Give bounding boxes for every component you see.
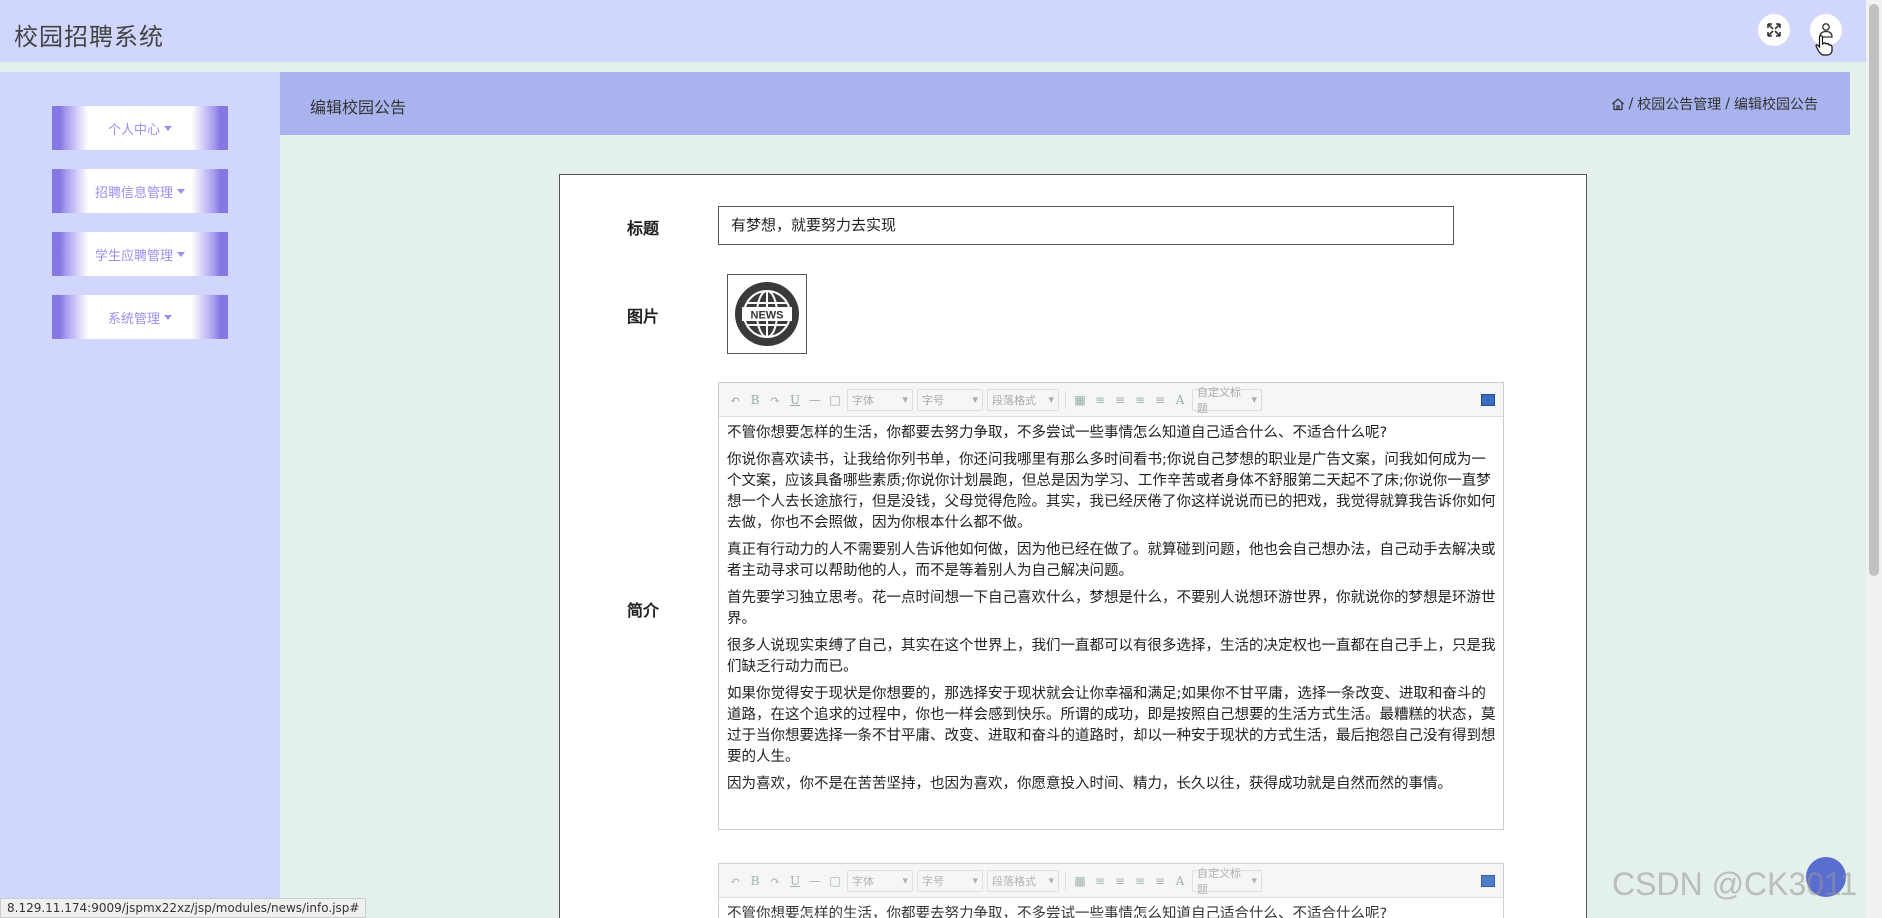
editor-content[interactable]: 不管你想要怎样的生活，你都要去努力争取，不多尝试一些事情怎么知道自己适合什么、不… bbox=[719, 417, 1503, 795]
sidebar-item-recruitment-info[interactable]: 招聘信息管理 bbox=[52, 169, 228, 213]
breadcrumb-separator: / bbox=[1628, 96, 1634, 112]
news-image[interactable]: NEWS bbox=[727, 274, 807, 354]
caret-down-icon bbox=[177, 188, 185, 194]
redo-icon[interactable]: ↷ bbox=[767, 874, 783, 888]
align-left-icon[interactable]: ≡ bbox=[1092, 393, 1108, 407]
caret-down-icon bbox=[164, 125, 172, 131]
page-title: 编辑校园公告 bbox=[310, 98, 407, 117]
font-color-button[interactable]: A bbox=[1172, 874, 1188, 888]
breadcrumb-link-news-management[interactable]: 校园公告管理 bbox=[1637, 94, 1721, 114]
align-justify-icon[interactable]: ≡ bbox=[1152, 874, 1168, 888]
font-size-select[interactable]: 字号 ▾ bbox=[917, 388, 983, 411]
undo-icon[interactable]: ↶ bbox=[727, 874, 743, 888]
custom-title-select[interactable]: 自定义标题 ▾ bbox=[1192, 386, 1262, 415]
intro-paragraph: 首先要学习独立思考。花一点时间想一下自己喜欢什么，梦想是什么，不要别人说想环游世… bbox=[727, 590, 1496, 627]
underline-button[interactable]: U bbox=[787, 874, 803, 888]
bold-button[interactable]: B bbox=[747, 393, 763, 407]
align-left-icon[interactable]: ≡ bbox=[1092, 874, 1108, 888]
top-header: 校园招聘系统 bbox=[0, 0, 1866, 62]
content-paragraph: 不管你想要怎样的生活，你都要去努力争取，不多尝试一些事情怎么知道自己适合什么、不… bbox=[727, 906, 1388, 918]
intro-paragraph: 因为喜欢，你不是在苦苦坚持，也因为喜欢，你愿意投入时间、精力，长久以往，获得成功… bbox=[727, 776, 1452, 792]
underline-button[interactable]: U bbox=[787, 393, 803, 407]
editor-toolbar: ↶ B ↷ U — □ 字体 ▾ 字号 ▾ 段落格式 ▾ ▦ ≡ ≡ ≡ ≡ A 自定… bbox=[719, 864, 1503, 898]
expand-icon bbox=[1767, 23, 1781, 37]
scrollbar-thumb[interactable] bbox=[1869, 4, 1879, 576]
sidebar-item-student-applications[interactable]: 学生应聘管理 bbox=[52, 232, 228, 276]
sidebar-item-label: 招聘信息管理 bbox=[94, 185, 173, 201]
caret-down-icon bbox=[164, 314, 172, 320]
page-icon[interactable]: □ bbox=[827, 393, 843, 407]
edit-form-card: 标题 有梦想，就要努力去实现 图片 NEWS 简介 ↶ B ↷ U — □ 字体… bbox=[559, 174, 1587, 918]
align-justify-icon[interactable]: ≡ bbox=[1152, 393, 1168, 407]
home-icon[interactable] bbox=[1611, 97, 1625, 111]
breadcrumb: / 校园公告管理 / 编辑校园公告 bbox=[1611, 94, 1818, 114]
paragraph-format-select[interactable]: 段落格式 ▾ bbox=[987, 869, 1059, 892]
title-label: 标题 bbox=[627, 219, 660, 238]
sidebar: 个人中心 招聘信息管理 学生应聘管理 系统管理 bbox=[0, 72, 280, 918]
intro-paragraph: 不管你想要怎样的生活，你都要去努力争取，不多尝试一些事情怎么知道自己适合什么、不… bbox=[727, 425, 1388, 441]
bold-button[interactable]: B bbox=[747, 874, 763, 888]
horizontal-rule-icon[interactable]: — bbox=[807, 874, 823, 888]
font-size-select[interactable]: 字号 ▾ bbox=[917, 869, 983, 892]
redo-icon[interactable]: ↷ bbox=[767, 393, 783, 407]
intro-label: 简介 bbox=[627, 601, 660, 620]
source-code-icon[interactable] bbox=[1481, 393, 1495, 406]
toolbar-divider bbox=[1065, 390, 1066, 409]
intro-paragraph: 如果你觉得安于现状是你想要的，那选择安于现状就会让你幸福和满足;如果你不甘平庸，… bbox=[727, 686, 1496, 765]
image-label: 图片 bbox=[627, 307, 660, 326]
title-input[interactable]: 有梦想，就要努力去实现 bbox=[718, 206, 1454, 245]
table-icon[interactable]: ▦ bbox=[1072, 393, 1088, 407]
align-right-icon[interactable]: ≡ bbox=[1132, 874, 1148, 888]
fullscreen-button[interactable] bbox=[1758, 14, 1790, 46]
align-center-icon[interactable]: ≡ bbox=[1112, 393, 1128, 407]
breadcrumb-separator: / bbox=[1725, 96, 1730, 112]
news-globe-icon: NEWS bbox=[735, 282, 799, 346]
font-family-select[interactable]: 字体 ▾ bbox=[847, 869, 913, 892]
editor-toolbar: ↶ B ↷ U — □ 字体 ▾ 字号 ▾ 段落格式 ▾ ▦ ≡ ≡ ≡ ≡ A 自定… bbox=[719, 383, 1503, 417]
intro-paragraph: 你说你喜欢读书，让我给你列书单，你还问我哪里有那么多时间看书;你说自己梦想的职业… bbox=[727, 452, 1496, 531]
horizontal-rule-icon[interactable]: — bbox=[807, 393, 823, 407]
intro-paragraph: 真正有行动力的人不需要别人告诉他如何做，因为他已经在做了。就算碰到问题，他也会自… bbox=[727, 542, 1496, 579]
intro-rich-text-editor: ↶ B ↷ U — □ 字体 ▾ 字号 ▾ 段落格式 ▾ ▦ ≡ ≡ ≡ ≡ A 自定… bbox=[718, 382, 1504, 830]
sidebar-item-system-management[interactable]: 系统管理 bbox=[52, 295, 228, 339]
watermark: CSDN @CK3011 bbox=[1612, 866, 1858, 902]
news-image-text: NEWS bbox=[751, 310, 784, 322]
table-icon[interactable]: ▦ bbox=[1072, 874, 1088, 888]
page-icon[interactable]: □ bbox=[827, 874, 843, 888]
toolbar-divider bbox=[1065, 871, 1066, 890]
hand-cursor-icon bbox=[1815, 35, 1833, 56]
sidebar-item-label: 个人中心 bbox=[107, 122, 160, 138]
font-family-select[interactable]: 字体 ▾ bbox=[847, 388, 913, 411]
paragraph-format-select[interactable]: 段落格式 ▾ bbox=[987, 388, 1059, 411]
font-color-button[interactable]: A bbox=[1172, 393, 1188, 407]
content-rich-text-editor: ↶ B ↷ U — □ 字体 ▾ 字号 ▾ 段落格式 ▾ ▦ ≡ ≡ ≡ ≡ A 自定… bbox=[718, 863, 1504, 918]
source-code-icon[interactable] bbox=[1481, 874, 1495, 887]
app-title: 校园招聘系统 bbox=[14, 23, 164, 51]
align-center-icon[interactable]: ≡ bbox=[1112, 874, 1128, 888]
sidebar-item-personal-center[interactable]: 个人中心 bbox=[52, 106, 228, 150]
breadcrumb-current: 编辑校园公告 bbox=[1734, 97, 1818, 113]
sidebar-item-label: 学生应聘管理 bbox=[94, 248, 173, 264]
undo-icon[interactable]: ↶ bbox=[727, 393, 743, 407]
align-right-icon[interactable]: ≡ bbox=[1132, 393, 1148, 407]
breadcrumb-bar: 编辑校园公告 / 校园公告管理 / 编辑校园公告 bbox=[280, 72, 1850, 135]
status-url: 8.129.11.174:9009/jspmx22xz/jsp/modules/… bbox=[0, 898, 367, 918]
custom-title-select[interactable]: 自定义标题 ▾ bbox=[1192, 867, 1262, 896]
editor-content[interactable]: 不管你想要怎样的生活，你都要去努力争取，不多尝试一些事情怎么知道自己适合什么、不… bbox=[719, 898, 1503, 918]
sidebar-item-label: 系统管理 bbox=[107, 311, 160, 327]
page-scrollbar[interactable] bbox=[1866, 0, 1882, 918]
caret-down-icon bbox=[177, 251, 185, 257]
intro-paragraph: 很多人说现实束缚了自己，其实在这个世界上，我们一直都可以有很多选择，生活的决定权… bbox=[727, 638, 1496, 675]
